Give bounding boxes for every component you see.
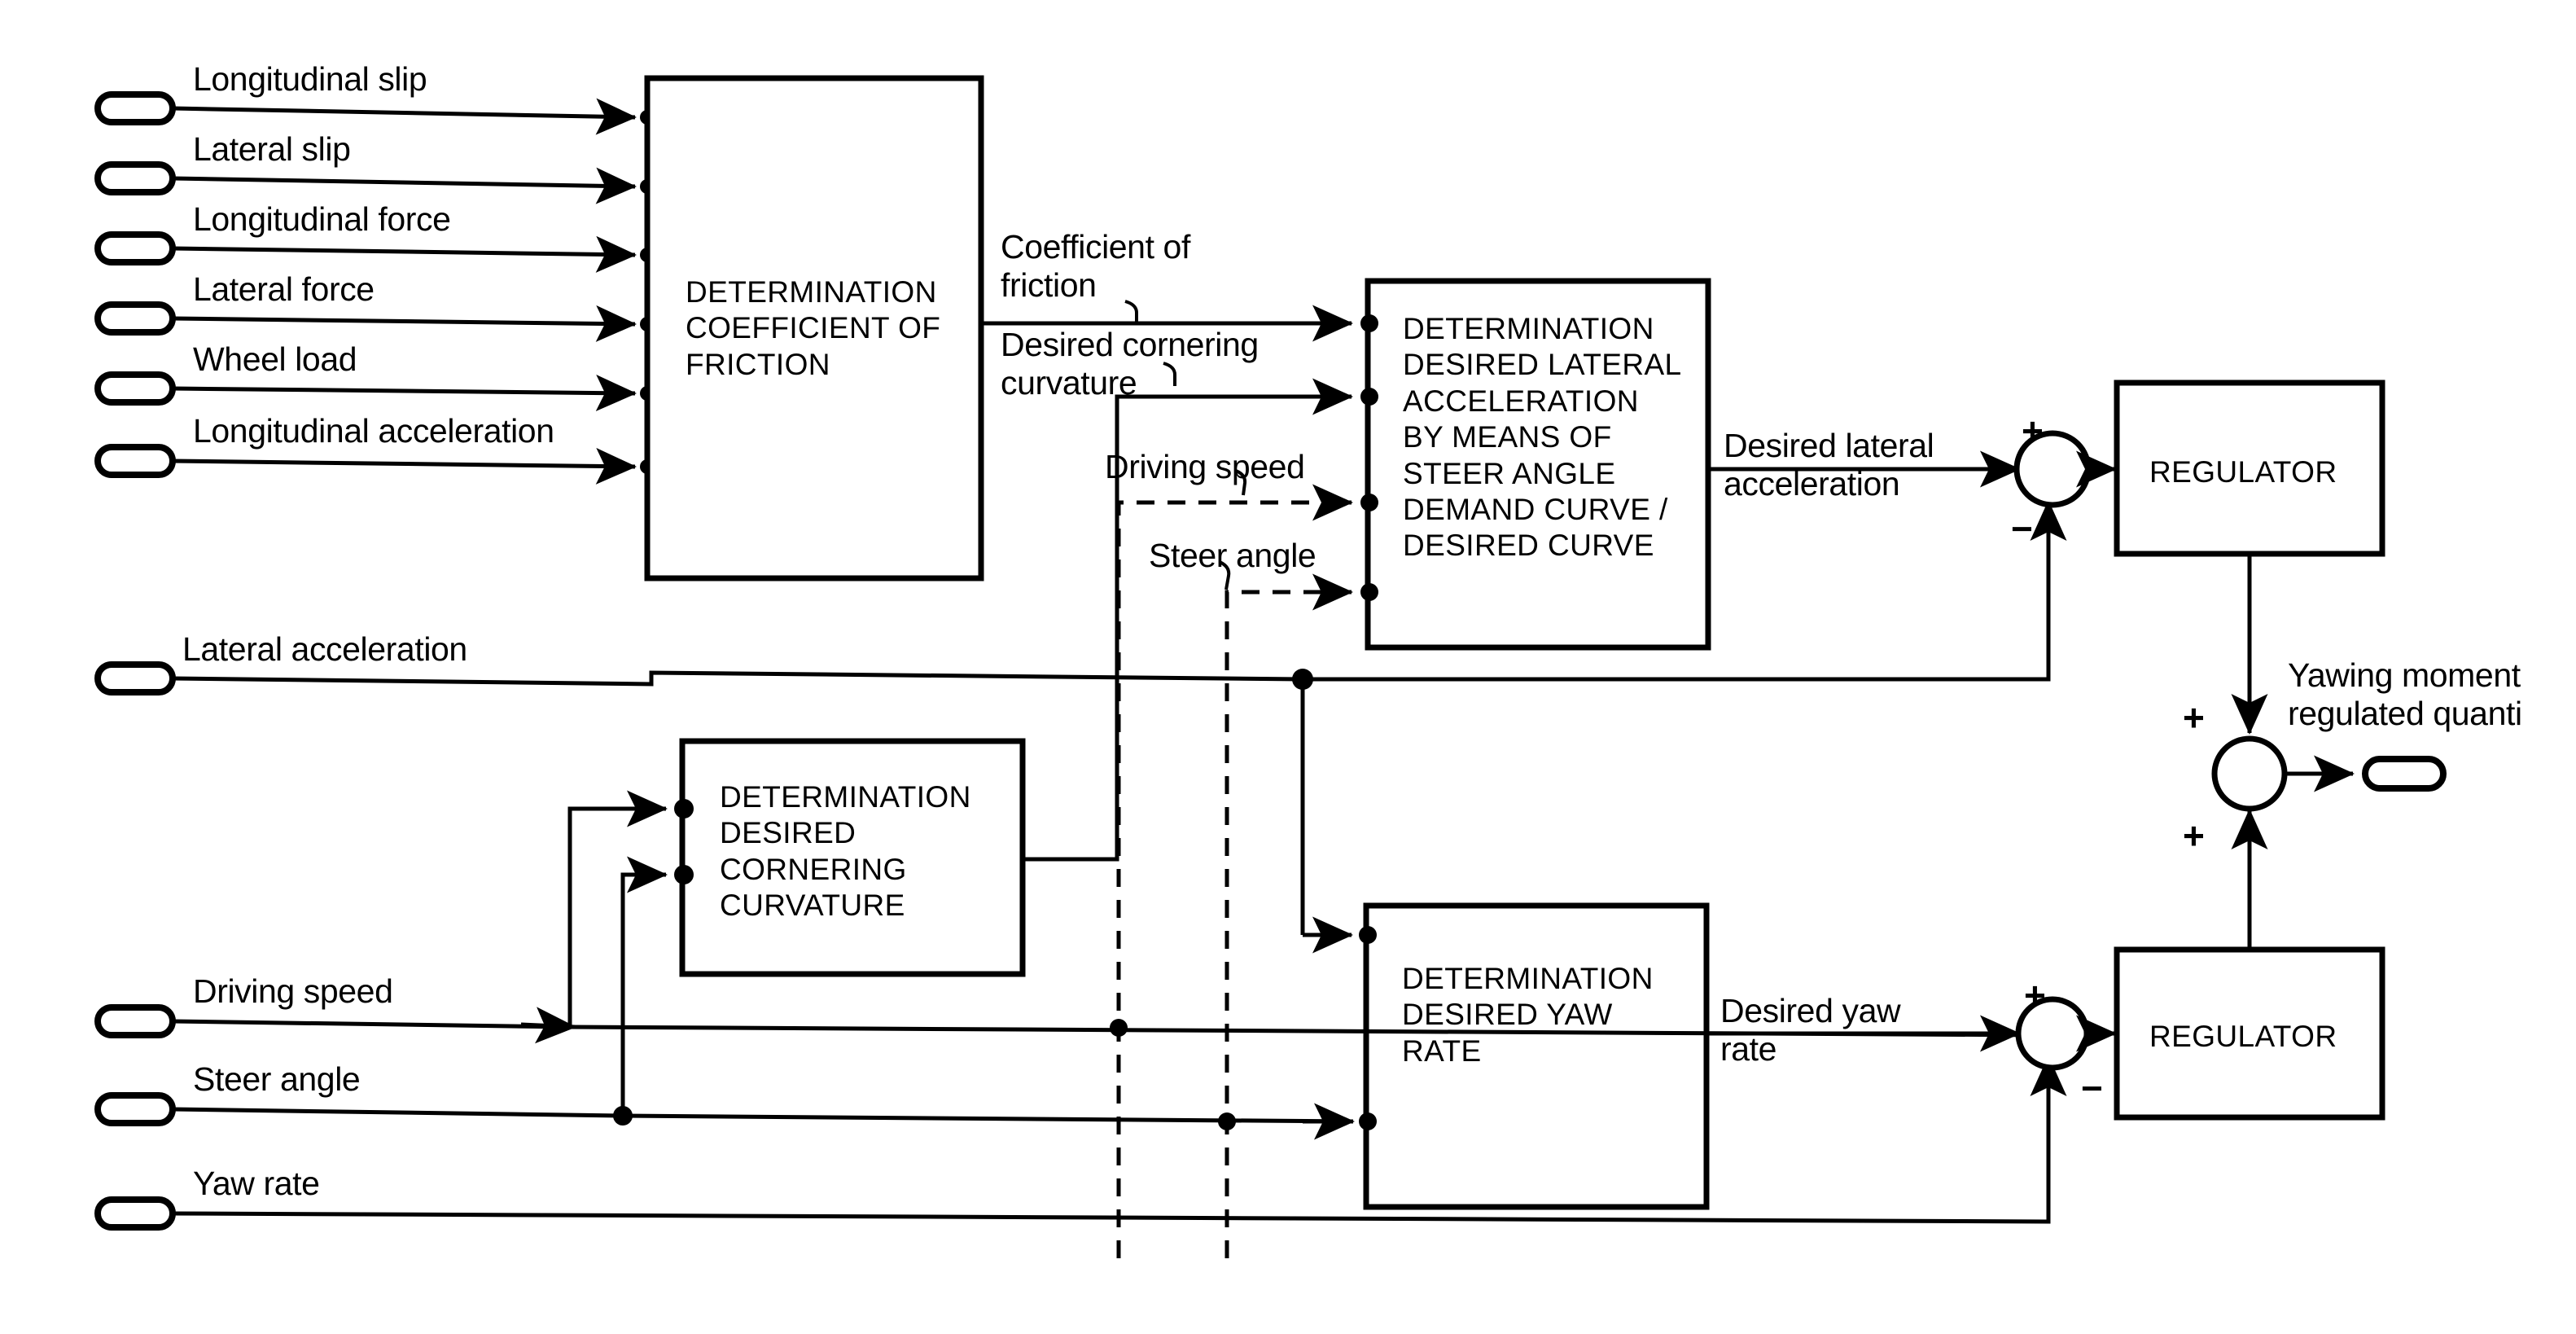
- wire-steer-angle-route: [1224, 590, 1334, 1258]
- terminal-lateral-slip: [94, 161, 176, 195]
- label-signal-desired-lateral-acceleration: Desired lateral acceleration: [1724, 427, 1934, 502]
- label-sign-lateral-sum-plus: +: [2022, 410, 2044, 452]
- junction-dot: [1360, 583, 1378, 601]
- wire-lateral-slip: [172, 167, 637, 204]
- terminal-longitudinal-force: [94, 231, 176, 265]
- wire-longitudinal-slip: [172, 98, 637, 135]
- label-sign-yaw-sum-plus: +: [2024, 974, 2046, 1016]
- block-diagram: Longitudinal slip Lateral slip Longitudi…: [0, 0, 2576, 1334]
- label-signal-steer-angle: Steer angle: [1149, 537, 1316, 574]
- label-steer-angle: Steer angle: [193, 1060, 361, 1098]
- terminal-yawing-moment-output: [2362, 756, 2447, 792]
- terminal-lateral-force: [94, 301, 176, 336]
- label-sign-output-sum-plus-bottom: +: [2183, 814, 2205, 857]
- label-sign-yaw-sum-minus: −: [2081, 1067, 2103, 1109]
- label-wheel-load: Wheel load: [193, 340, 357, 378]
- wire-lateral-acc-left: [172, 670, 1303, 687]
- label-yaw-rate: Yaw rate: [193, 1165, 320, 1202]
- wire-yaw-rate-rail: [172, 1077, 2051, 1224]
- label-driving-speed: Driving speed: [193, 972, 393, 1010]
- wire-driving-speed-to-curvature: [567, 806, 651, 1027]
- junction-dot: [1359, 1112, 1377, 1130]
- terminal-yaw-rate: [94, 1196, 176, 1231]
- wire-yaw-rate-feedback: [172, 1055, 2067, 1224]
- terminal-longitudinal-acceleration: [94, 444, 176, 478]
- wire-steer-angle-dashed: [1218, 560, 1378, 1258]
- wire-driving-speed-branch-arrow: [520, 1007, 576, 1044]
- junction-dot: [1360, 494, 1378, 511]
- label-signal-desired-cornering-curvature: Desired cornering curvature: [1001, 326, 1259, 402]
- label-block-desired-lateral-acceleration: DETERMINATION DESIRED LATERAL ACCELERATI…: [1403, 312, 1682, 563]
- label-signal-driving-speed: Driving speed: [1105, 448, 1305, 485]
- label-sign-output-sum-plus-top: +: [2183, 696, 2205, 739]
- wire-steer-angle-rail: [172, 1107, 1352, 1124]
- label-longitudinal-force: Longitudinal force: [193, 200, 451, 238]
- junction-dot: [674, 865, 694, 884]
- terminal-driving-speed: [94, 1004, 176, 1038]
- label-signal-yawing-moment-output: Yawing moment regulated quanti: [2288, 656, 2522, 732]
- wire-driving-speed-dashed: [1110, 469, 1378, 1258]
- label-block-regulator-bottom: REGULATOR: [2149, 1020, 2337, 1053]
- wire-wheel-load: [172, 374, 637, 411]
- terminal-lateral-acceleration: [94, 661, 176, 696]
- label-block-desired-cornering-curvature: DETERMINATION DESIRED CORNERING CURVATUR…: [720, 780, 971, 923]
- wire-longitudinal-acceleration: [172, 447, 637, 485]
- label-block-coefficient-of-friction: DETERMINATION COEFFICIENT OF FRICTION: [686, 275, 941, 381]
- label-signal-desired-yaw-rate: Desired yaw rate: [1720, 992, 1901, 1068]
- output-summing-junction-group: [2211, 735, 2447, 812]
- terminal-longitudinal-slip: [94, 91, 176, 125]
- label-lateral-acceleration: Lateral acceleration: [182, 630, 467, 668]
- wire-lateral-force: [172, 305, 637, 342]
- junction-dot: [674, 799, 694, 818]
- label-signal-coefficient-of-friction: Coefficient of friction: [1001, 228, 1190, 304]
- input-terminals: [94, 91, 176, 1231]
- wire-longitudinal-force: [172, 235, 637, 273]
- junction-dot: [1360, 388, 1378, 406]
- label-longitudinal-acceleration: Longitudinal acceleration: [193, 412, 554, 450]
- label-longitudinal-slip: Longitudinal slip: [193, 60, 427, 98]
- label-sign-lateral-sum-minus: −: [2011, 507, 2033, 550]
- wire-steer-angle-to-curvature: [620, 872, 651, 1116]
- wire-desired-cornering-curvature: [1023, 362, 1378, 862]
- label-block-desired-yaw-rate: DETERMINATION DESIRED YAW RATE: [1402, 962, 1654, 1068]
- junction-dot: [1110, 1019, 1128, 1037]
- label-lateral-slip: Lateral slip: [193, 130, 351, 168]
- label-block-regulator-top: REGULATOR: [2149, 455, 2337, 489]
- summing-junction-output: [2211, 735, 2288, 812]
- label-lateral-force: Lateral force: [193, 270, 375, 308]
- leader-coefficient-of-friction: [1124, 300, 1138, 323]
- wire-lateral-acceleration: [172, 500, 2067, 954]
- terminal-steer-angle: [94, 1092, 176, 1126]
- terminal-wheel-load: [94, 371, 176, 406]
- junction-dot: [1359, 926, 1377, 944]
- junction-dot: [1360, 314, 1378, 332]
